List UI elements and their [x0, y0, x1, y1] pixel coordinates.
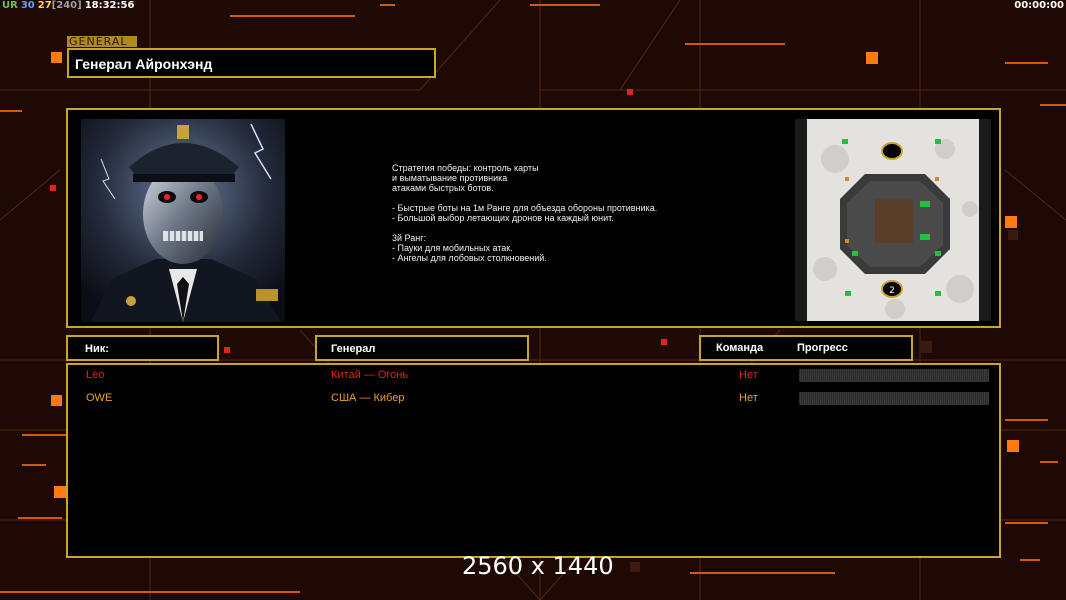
- player-team: Нет: [739, 369, 758, 381]
- general-header-label: Генерал: [331, 343, 376, 355]
- general-name: Генерал Айронхэнд: [75, 56, 213, 72]
- clock-text: 18:32:56: [84, 0, 135, 11]
- player-general: США — Кибер: [331, 392, 405, 404]
- general-tag: GENERAL: [67, 36, 137, 47]
- game-timer: 00:00:00: [1014, 0, 1064, 11]
- performance-overlay: UR 30 27[240] 18:32:56: [2, 0, 137, 11]
- nick-column-header: Ник:: [66, 335, 219, 361]
- player-general: Китай — Огонь: [331, 369, 409, 381]
- general-info-panel: Стратегия победы: контроль карты и вымат…: [66, 108, 1001, 328]
- minimap-preview: 2: [795, 119, 991, 321]
- ur-label: UR: [2, 0, 18, 11]
- general-portrait: [81, 119, 285, 322]
- strategy-description: Стратегия победы: контроль карты и вымат…: [392, 163, 658, 263]
- fps-value: 27: [37, 0, 52, 11]
- player-list: Leo Китай — Огонь Нет OWE США — Кибер Не…: [66, 363, 1001, 558]
- fps-max: [240]: [51, 0, 82, 11]
- progress-header-label: Прогресс: [797, 342, 848, 354]
- team-progress-column-header: Команда Прогресс: [699, 335, 913, 361]
- ur-value: 30: [20, 0, 35, 11]
- resolution-watermark: 2560 x 1440: [462, 552, 614, 580]
- nick-header-label: Ник:: [85, 343, 109, 355]
- player-progress-bar: [799, 369, 989, 382]
- team-header-label: Команда: [716, 342, 764, 354]
- player-progress-bar: [799, 392, 989, 405]
- player-row[interactable]: OWE США — Кибер Нет: [68, 390, 999, 408]
- spawn-marker-2: 2: [889, 286, 895, 296]
- player-team: Нет: [739, 392, 758, 404]
- general-column-header: Генерал: [315, 335, 529, 361]
- player-nick: OWE: [86, 392, 113, 404]
- general-title-box: Генерал Айронхэнд: [67, 48, 436, 78]
- player-row[interactable]: Leo Китай — Огонь Нет: [68, 367, 999, 385]
- player-nick: Leo: [86, 369, 105, 381]
- portrait-image: [81, 119, 285, 322]
